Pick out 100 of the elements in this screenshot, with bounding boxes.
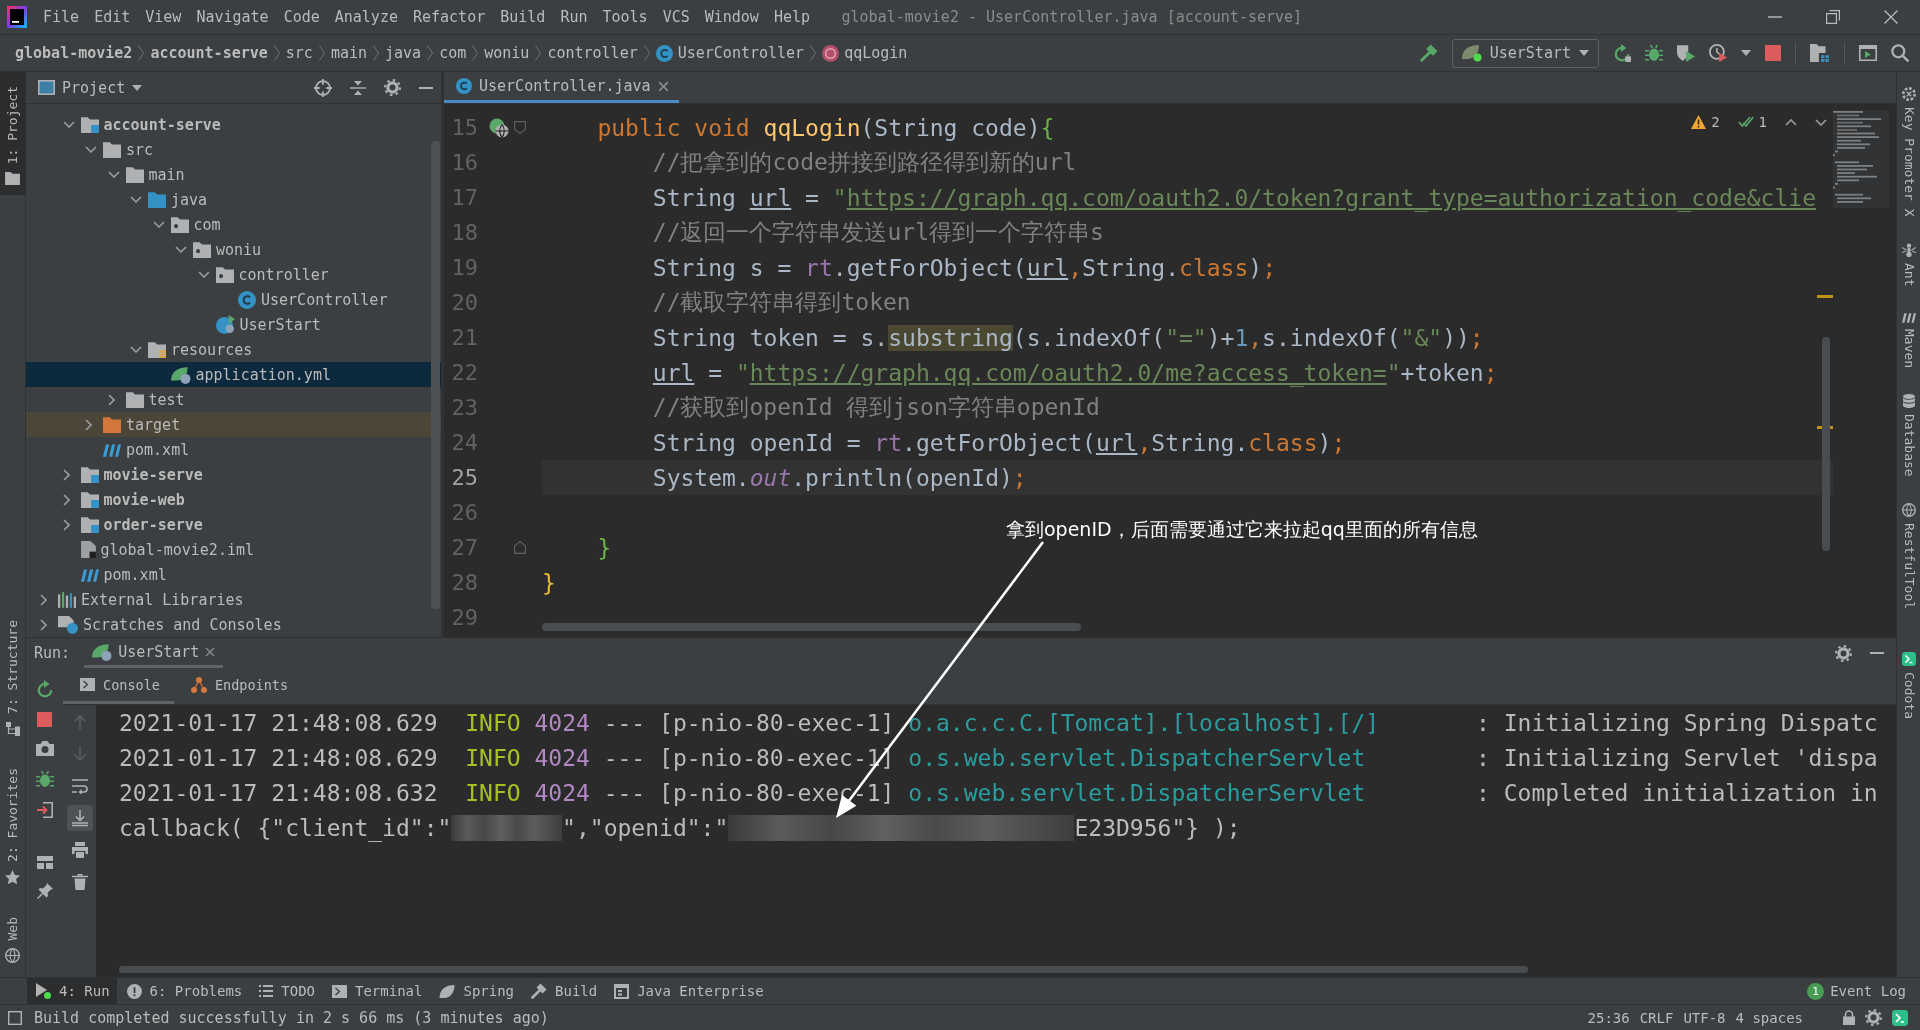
console-tab[interactable]: Endpoints [173,668,303,704]
hammer-icon[interactable] [1419,44,1438,62]
settings-icon[interactable] [1835,644,1852,662]
menu-item[interactable]: Help [766,0,818,34]
soft-wrap-icon[interactable] [71,778,88,794]
menu-item[interactable]: Window [697,0,767,34]
tree-item[interactable]: External Libraries [40,587,244,612]
scrollbar[interactable] [1822,337,1830,551]
scrollbar[interactable] [119,966,1528,973]
scroll-to-end-icon[interactable] [66,805,93,831]
chevron-icon[interactable] [85,418,92,431]
breadcrumb[interactable]: controller [547,44,638,62]
tree-item[interactable]: UserController [220,287,388,312]
chevron-icon[interactable] [40,593,47,606]
event-log-button[interactable]: 1 Event Log [1807,982,1920,1000]
menu-item[interactable]: View [137,0,189,34]
minimize-icon[interactable] [419,86,433,89]
rerun-icon[interactable] [1613,44,1631,62]
breadcrumb[interactable]: java [385,44,422,62]
tool-window-button[interactable]: 6: Problems [118,978,250,1004]
scrollbar[interactable] [431,141,440,609]
chevron-icon[interactable] [130,196,142,203]
tool-window-button[interactable]: Java Enterprise [606,978,771,1004]
caret-icon[interactable] [132,84,143,91]
tree-item[interactable]: src [85,137,154,162]
tool-window-button[interactable]: TODO [251,978,322,1004]
tree-item[interactable]: woniu [175,237,262,262]
file-encoding[interactable]: UTF-8 [1683,1009,1726,1026]
tree-item[interactable]: application.yml [26,362,441,387]
layout-icon[interactable] [36,856,53,869]
close-icon[interactable] [657,80,669,92]
menu-item[interactable]: Code [276,0,328,34]
fold-marker-icon[interactable] [514,541,526,554]
search-icon[interactable] [1891,44,1909,62]
tool-window-button[interactable]: 1: Project [0,72,25,196]
folder-grid-icon[interactable] [1810,44,1830,62]
tool-window-button[interactable]: Build [523,978,605,1004]
run-config-dropdown[interactable]: UserStart [1451,38,1599,68]
breadcrumb[interactable]: src [285,44,313,62]
chevron-icon[interactable] [107,171,120,178]
menu-item[interactable]: Refactor [405,0,493,34]
caret-icon[interactable] [1741,50,1751,56]
chevron-icon[interactable] [85,146,97,153]
shield-run-icon[interactable] [1677,44,1695,62]
printer-icon[interactable] [71,842,88,858]
tree-item[interactable]: movie-serve [62,462,203,487]
editor-tab[interactable]: UserController.java [444,72,679,103]
close-icon[interactable] [1884,10,1898,24]
rerun-icon[interactable] [35,680,54,698]
breadcrumb[interactable]: main [330,44,368,62]
crosshair-icon[interactable] [314,78,332,97]
close-icon[interactable] [205,646,216,657]
tree-item[interactable]: com [152,212,221,237]
tree-item[interactable]: pom.xml [62,562,167,587]
tree-item[interactable]: UserStart [197,312,321,337]
chevron-icon[interactable] [107,393,115,406]
window-play-icon[interactable] [1859,45,1877,61]
terminal-badge-icon[interactable] [1892,1009,1908,1026]
tree-item[interactable]: test [107,387,185,412]
tree-item[interactable]: pom.xml [85,437,190,462]
tree-item[interactable]: controller [197,262,329,287]
tool-window-button[interactable]: Ant [1900,242,1917,287]
tool-window-button[interactable]: RestfulTool [1900,502,1917,609]
tree-item[interactable]: resources [130,337,253,362]
tree-item[interactable]: Scratches and Consoles [40,612,282,637]
tool-window-button[interactable]: Spring [431,978,522,1004]
tool-window-button[interactable]: 7: Structure [0,605,25,746]
fold-marker-icon[interactable] [514,121,526,134]
menu-item[interactable]: VCS [655,0,698,34]
menu-item[interactable]: Tools [594,0,656,34]
tool-window-button[interactable]: Web [0,902,25,973]
tool-window-button[interactable]: 2: Favorites [0,753,25,895]
chevron-icon[interactable] [197,271,210,278]
menu-item[interactable]: File [35,0,87,34]
pin-icon[interactable] [36,883,53,899]
url-link[interactable]: https://graph.qq.com/oauth2.0/token?grant_type=authorization_code&clie [846,184,1816,211]
tool-window-button[interactable]: 4: Run [27,978,117,1004]
collapse-icon[interactable] [350,79,366,96]
lock-icon[interactable] [1843,1010,1855,1025]
clock-run-icon[interactable] [1709,44,1727,62]
indent-setting[interactable]: 4 spaces [1735,1009,1803,1026]
bug-icon[interactable] [1645,44,1663,62]
camera-icon[interactable] [35,741,54,756]
trash-icon[interactable] [71,874,88,890]
tree-item[interactable]: movie-web [62,487,185,512]
breadcrumb[interactable]: qqLogin [822,44,908,62]
tree-item[interactable]: global-movie2.iml [62,537,255,562]
chevron-icon[interactable] [62,493,70,506]
chevron-up-icon[interactable] [1785,118,1797,126]
tree-item[interactable]: java [130,187,208,212]
menu-item[interactable]: Analyze [327,0,406,34]
tool-window-button[interactable]: Database [1900,394,1917,477]
panel-toggle-icon[interactable] [8,1010,22,1025]
chevron-icon[interactable] [175,246,187,253]
chevron-icon[interactable] [62,121,75,128]
tree-item[interactable]: target [26,412,441,437]
menu-item[interactable]: Run [552,0,595,34]
chevron-icon[interactable] [40,618,47,631]
tree-item[interactable]: main [107,162,185,187]
breadcrumb[interactable]: global-movie2 [15,44,133,62]
